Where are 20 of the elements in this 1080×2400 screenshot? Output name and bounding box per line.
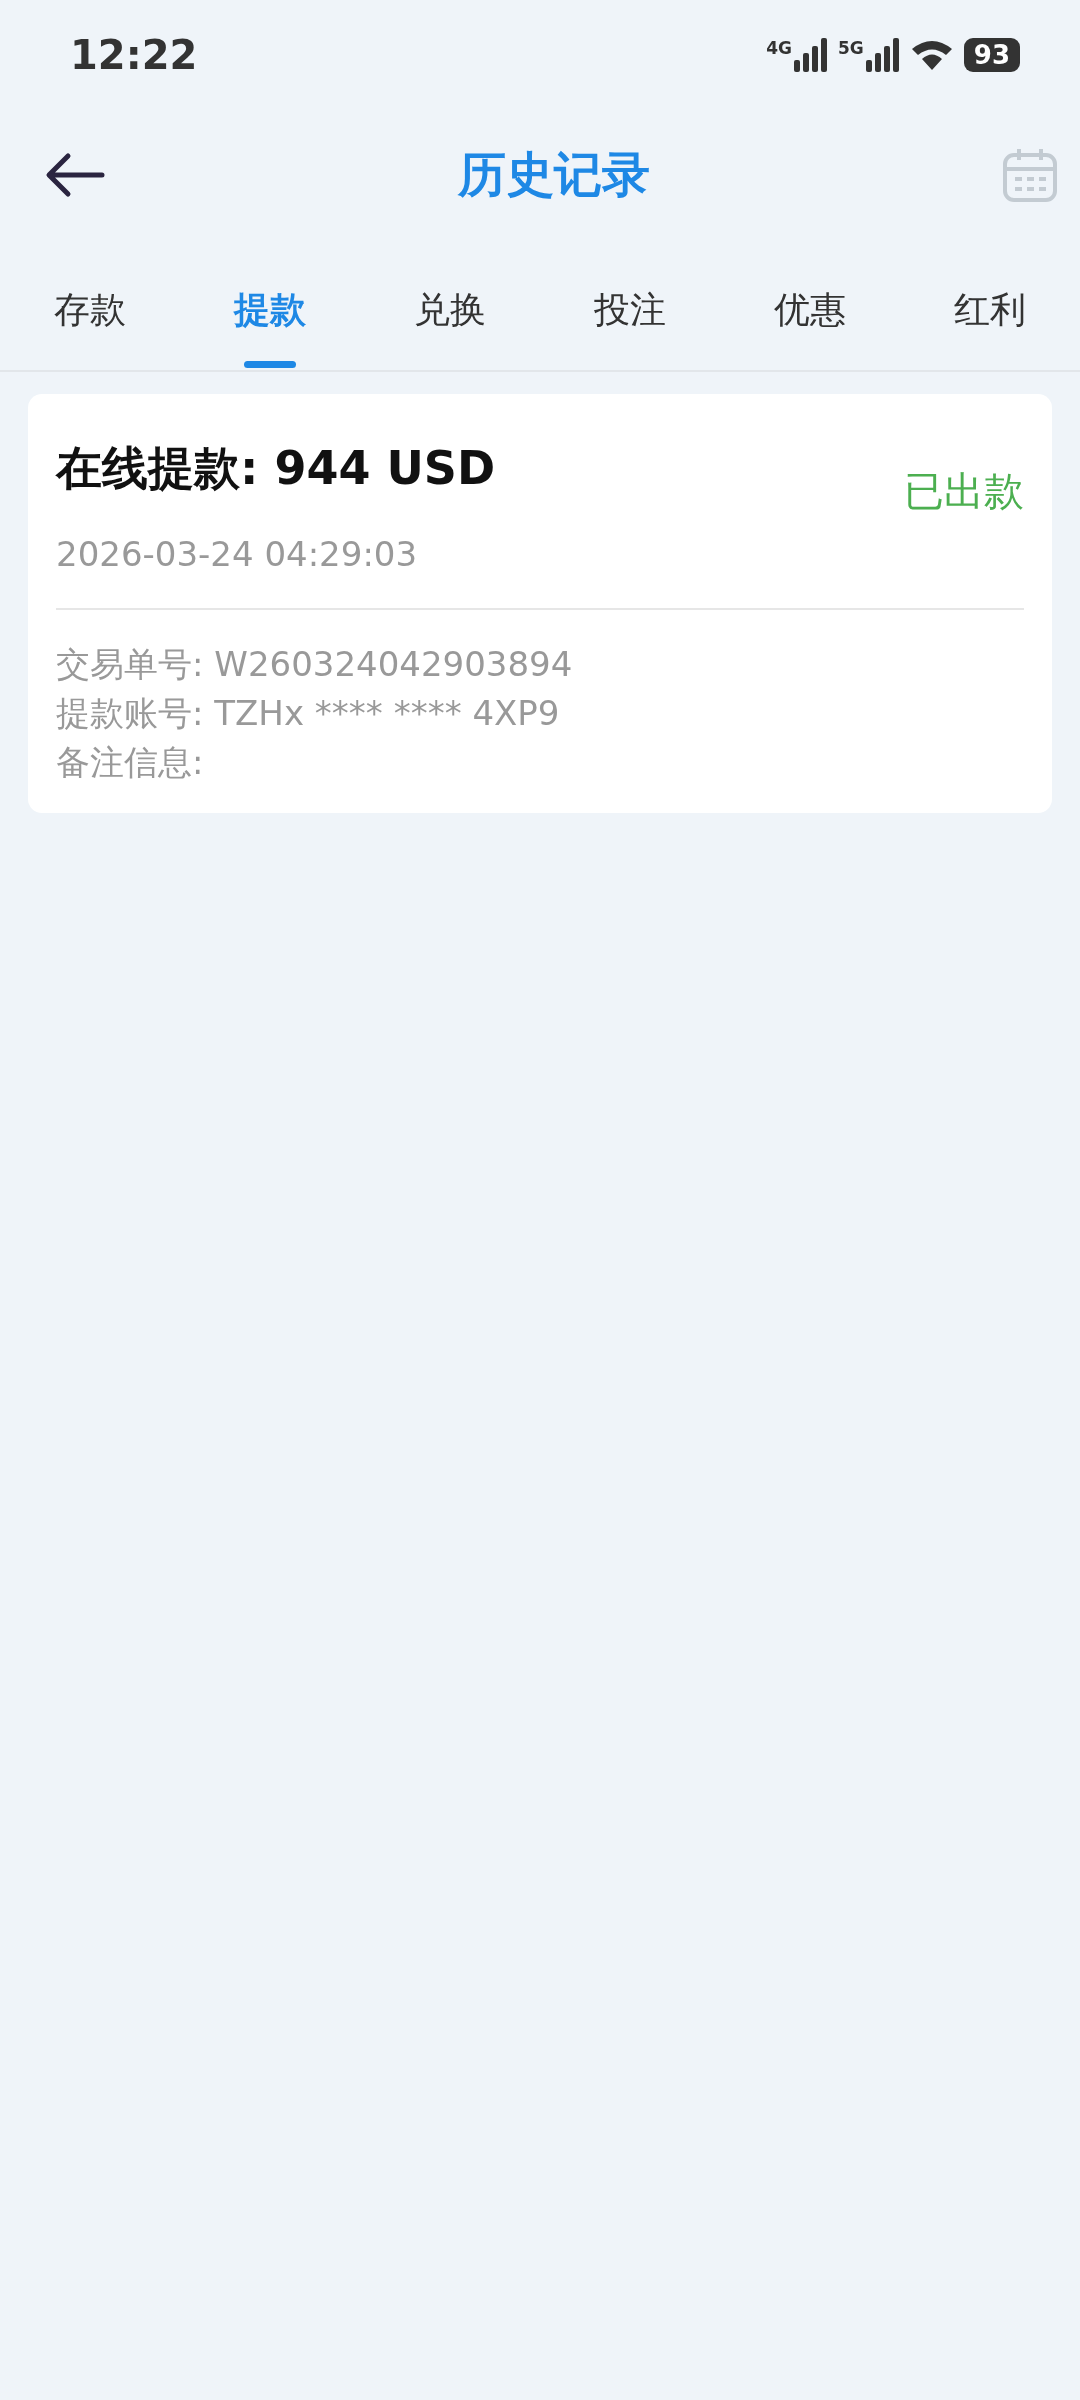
record-detail: 备注信息: bbox=[56, 741, 205, 784]
signal-icon bbox=[794, 38, 828, 72]
record-detail: 提款账号: TZHx **** **** 4XP9 bbox=[56, 692, 561, 735]
record-time: 2026-03-24 04:29:03 bbox=[56, 534, 419, 574]
signal-icon bbox=[865, 38, 900, 72]
page-title: 历史记录 bbox=[458, 145, 650, 204]
network-type: 4G bbox=[766, 38, 792, 58]
record-card[interactable]: 在线提款: 944 USD 2026-03-24 04:29:03 已出款 交易单号: W260324042903894 提款账号: TZHx **** **** 4XP9 备注信息: bbox=[28, 394, 1052, 813]
status-time: 12:22 bbox=[70, 32, 198, 78]
tab[interactable]: 存款 bbox=[0, 240, 180, 370]
record-title: 在线提款: 944 USD bbox=[56, 440, 496, 497]
tab[interactable]: 红利 bbox=[900, 240, 1080, 370]
tab[interactable]: 兑换 bbox=[360, 240, 540, 370]
network-type: 5G bbox=[838, 38, 864, 58]
record-detail: 交易单号: W260324042903894 bbox=[56, 643, 574, 686]
back-arrow-icon[interactable] bbox=[44, 152, 106, 198]
tab[interactable]: 投注 bbox=[540, 240, 720, 370]
tab[interactable]: 优惠 bbox=[720, 240, 900, 370]
record-status: 已出款 bbox=[904, 467, 1024, 516]
battery-indicator: 93 bbox=[963, 38, 1020, 72]
